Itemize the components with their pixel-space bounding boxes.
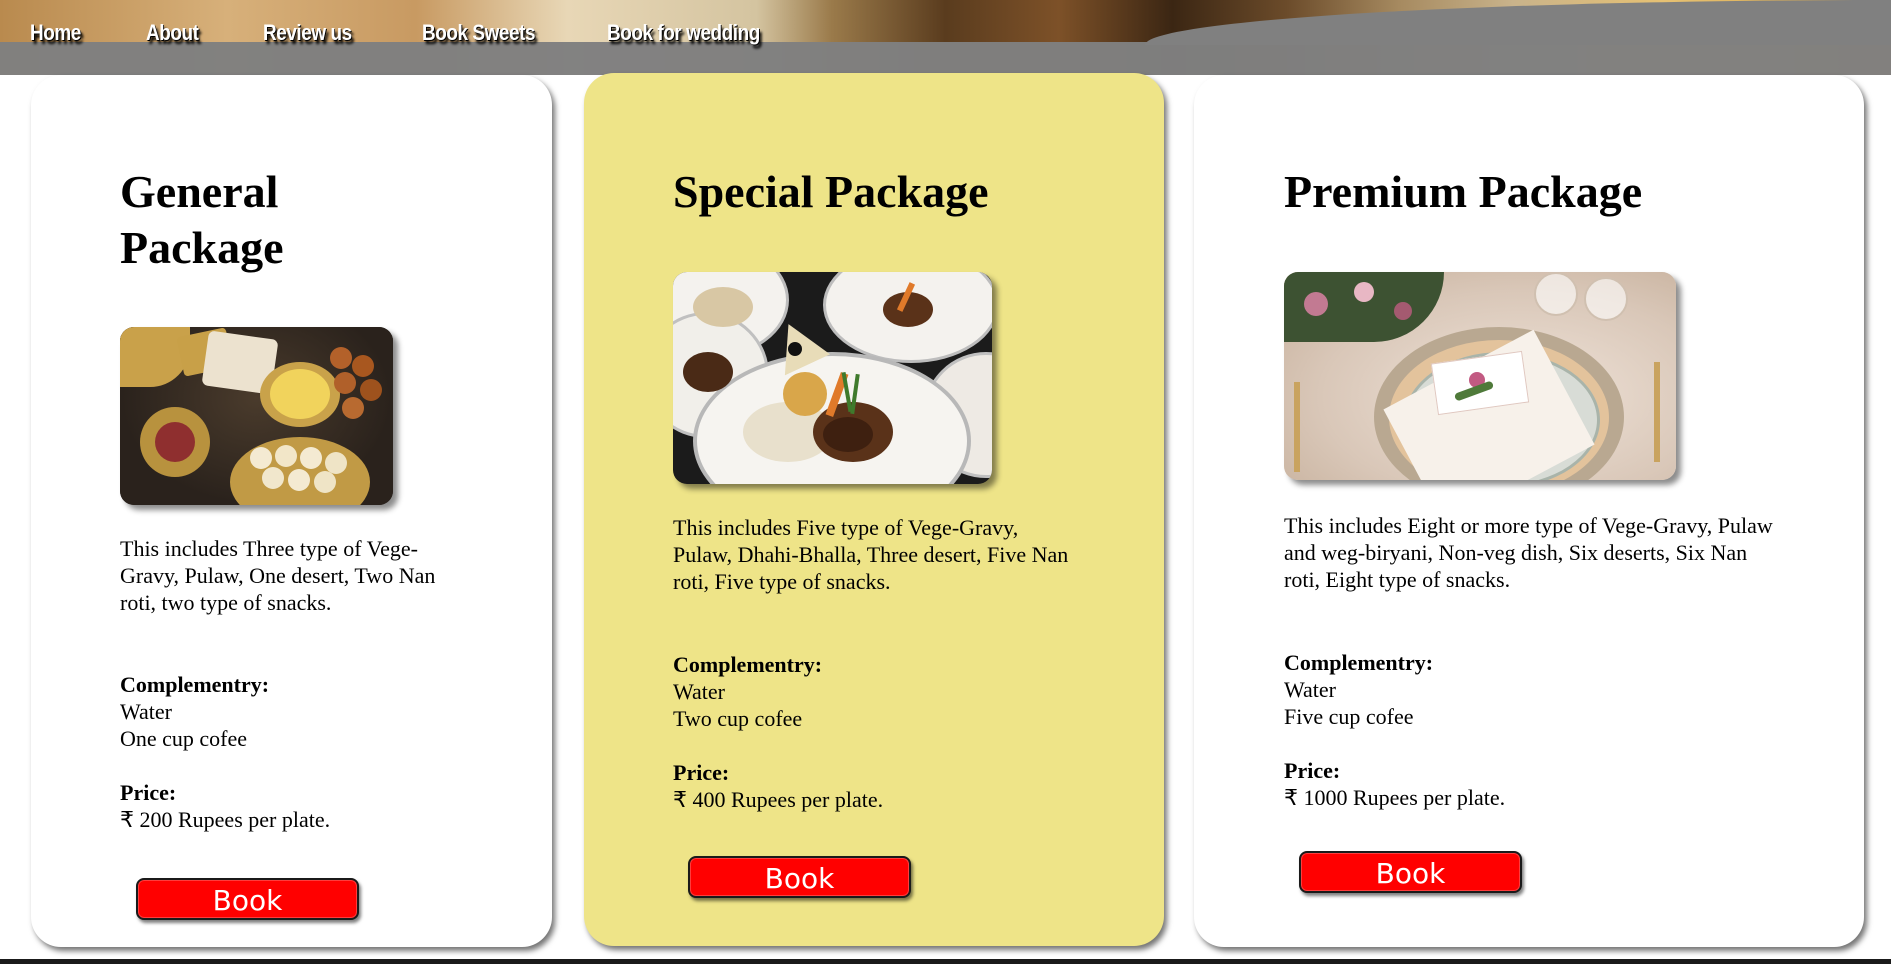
book-button-premium[interactable]: Book	[1299, 851, 1522, 893]
nav-book-sweets[interactable]: Book Sweets	[422, 20, 535, 46]
package-card-general: General Package This includes Three type…	[31, 75, 552, 947]
complementary-section: Complementry: Water Five cup cofee	[1284, 649, 1433, 730]
package-card-premium: Premium Package This includes Eight or m…	[1194, 75, 1864, 947]
package-card-special: Special Package This includes Five type …	[584, 73, 1164, 946]
package-title: General Package	[120, 166, 284, 273]
complementary-section: Complementry: Water One cup cofee	[120, 671, 269, 752]
package-description: This includes Five type of Vege-Gravy, P…	[673, 515, 1069, 594]
plated-dinner-photo	[673, 272, 992, 484]
complementary-label: Complementry:	[120, 672, 270, 697]
price-section: Price: ₹ 200 Rupees per plate.	[120, 779, 330, 833]
book-button-special[interactable]: Book	[688, 856, 911, 898]
complementary-item: Water	[1284, 677, 1336, 702]
nav-home[interactable]: Home	[30, 20, 81, 46]
complementary-item: Water	[120, 699, 172, 724]
price-label: Price:	[1284, 758, 1341, 783]
price-section: Price: ₹ 1000 Rupees per plate.	[1284, 757, 1505, 811]
price-label: Price:	[673, 760, 730, 785]
package-title: Premium Package	[1284, 166, 1643, 217]
complementary-section: Complementry: Water Two cup cofee	[673, 651, 822, 732]
package-title: Special Package	[673, 166, 989, 217]
sweets-platter-photo	[120, 327, 393, 505]
complementary-item: Two cup cofee	[673, 706, 803, 731]
price-value: ₹ 400 Rupees per plate.	[673, 787, 884, 812]
nav-book-for-wedding[interactable]: Book for wedding	[607, 20, 760, 46]
top-nav: Home About Review us Book Sweets Book fo…	[0, 0, 1891, 75]
wedding-table-setting-photo	[1284, 272, 1676, 480]
price-label: Price:	[120, 780, 177, 805]
package-description: This includes Eight or more type of Vege…	[1284, 513, 1773, 592]
complementary-item: Five cup cofee	[1284, 704, 1414, 729]
complementary-item: One cup cofee	[120, 726, 248, 751]
complementary-label: Complementry:	[1284, 650, 1434, 675]
book-button-general[interactable]: Book	[136, 878, 359, 920]
complementary-label: Complementry:	[673, 652, 823, 677]
nav-review-us[interactable]: Review us	[263, 20, 352, 46]
package-description: This includes Three type of Vege-Gravy, …	[120, 536, 436, 615]
price-value: ₹ 1000 Rupees per plate.	[1284, 785, 1506, 810]
price-section: Price: ₹ 400 Rupees per plate.	[673, 759, 883, 813]
price-value: ₹ 200 Rupees per plate.	[120, 807, 331, 832]
page-bottom-edge	[0, 959, 1891, 964]
complementary-item: Water	[673, 679, 725, 704]
nav-about[interactable]: About	[146, 20, 199, 46]
